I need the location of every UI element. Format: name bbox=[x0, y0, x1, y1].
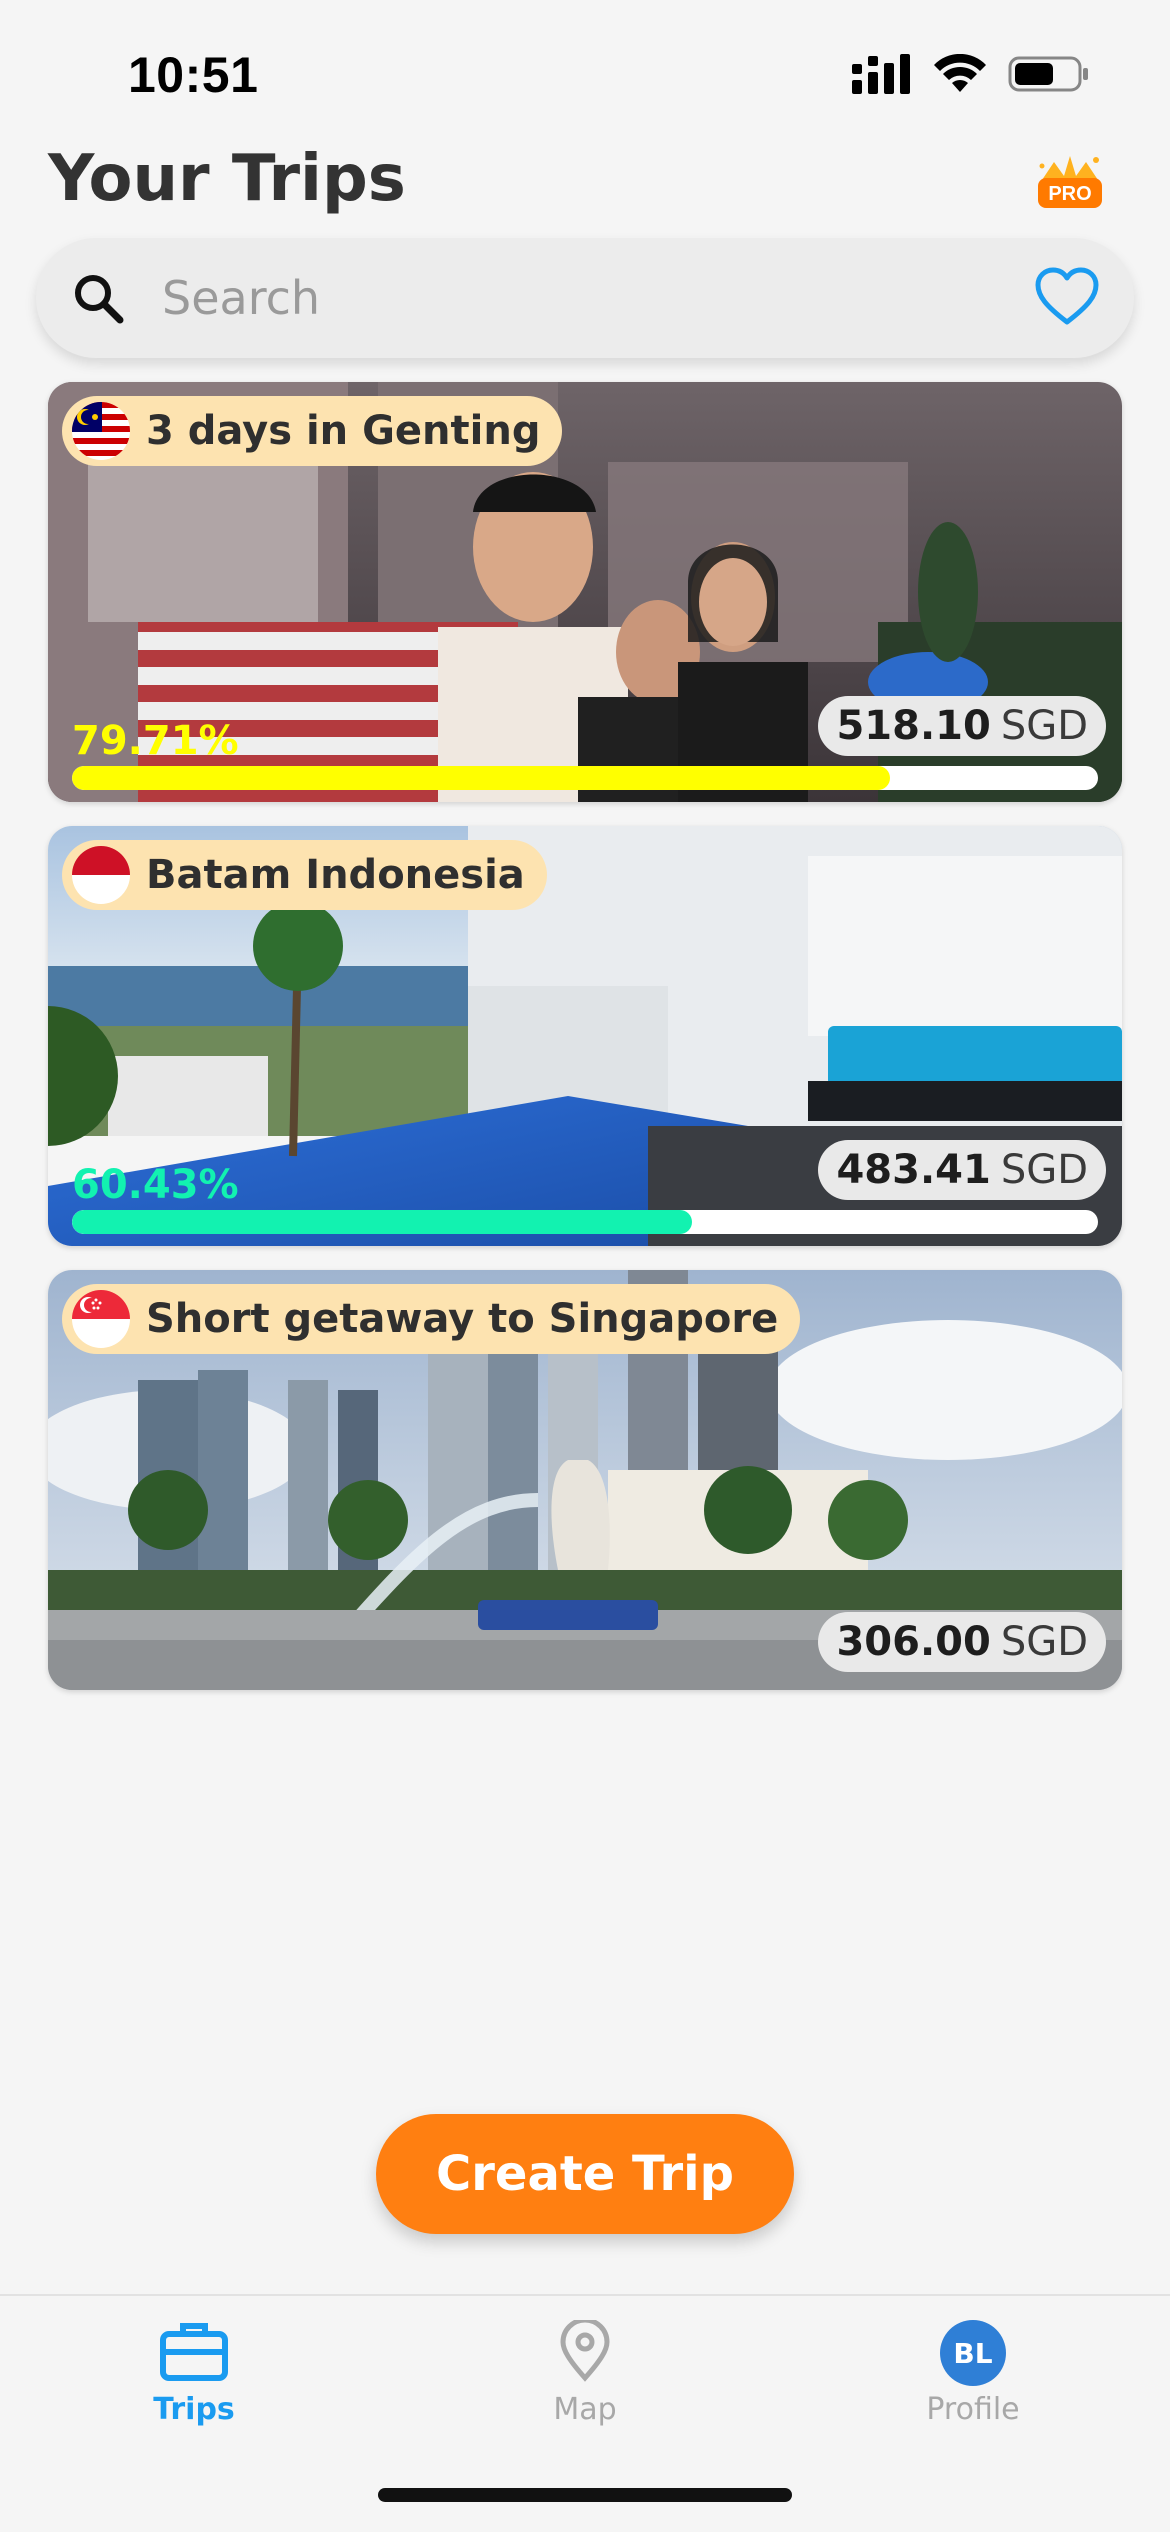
tab-map[interactable]: Map bbox=[485, 2317, 685, 2427]
tab-label: Trips bbox=[153, 2392, 235, 2427]
budget-percent: 79.71% bbox=[72, 718, 239, 764]
cellular-signal-icon bbox=[852, 54, 910, 94]
trip-amount: 483.41 bbox=[836, 1147, 991, 1193]
budget-progress-bar bbox=[72, 766, 1098, 790]
tab-label: Map bbox=[553, 2392, 617, 2427]
trip-amount: 518.10 bbox=[836, 703, 991, 749]
trip-card[interactable]: Short getaway to Singapore 306.00 SGD bbox=[48, 1270, 1122, 1690]
trip-currency: SGD bbox=[1000, 1147, 1088, 1193]
trip-currency: SGD bbox=[1000, 1619, 1088, 1665]
trip-amount: 306.00 bbox=[836, 1619, 991, 1665]
trip-title: Short getaway to Singapore bbox=[146, 1296, 779, 1342]
search-bar bbox=[36, 238, 1134, 358]
briefcase-icon bbox=[160, 2323, 228, 2381]
budget-progress-fill bbox=[72, 766, 890, 790]
status-time: 10:51 bbox=[128, 47, 259, 103]
trip-title-chip: 3 days in Genting bbox=[62, 396, 563, 466]
budget-progress-bar bbox=[72, 1210, 1098, 1234]
battery-icon bbox=[1008, 56, 1088, 92]
home-indicator bbox=[378, 2488, 792, 2502]
status-bar: 10:51 bbox=[0, 0, 1170, 150]
budget-progress-fill bbox=[72, 1210, 692, 1234]
trip-amount-chip: 483.41 SGD bbox=[818, 1140, 1106, 1200]
trip-title-chip: Short getaway to Singapore bbox=[62, 1284, 801, 1354]
search-icon bbox=[75, 275, 124, 324]
map-pin-icon bbox=[560, 2317, 610, 2382]
tab-trips[interactable]: Trips bbox=[94, 2320, 294, 2427]
tab-label: Profile bbox=[926, 2392, 1020, 2427]
create-trip-button[interactable]: Create Trip bbox=[376, 2114, 794, 2234]
search-input[interactable] bbox=[162, 262, 1022, 334]
page-title: Your Trips bbox=[48, 142, 406, 216]
trip-card[interactable]: Batam Indonesia 483.41 SGD 60.43% bbox=[48, 826, 1122, 1246]
tab-profile[interactable]: BL Profile bbox=[873, 2320, 1073, 2427]
pro-crown-icon: PRO bbox=[1038, 156, 1102, 208]
trip-card[interactable]: 3 days in Genting 518.10 SGD 79.71% bbox=[48, 382, 1122, 802]
trip-title: 3 days in Genting bbox=[146, 408, 541, 454]
indonesia-flag-icon bbox=[72, 846, 130, 904]
trip-amount-chip: 518.10 SGD bbox=[818, 696, 1106, 756]
singapore-flag-icon bbox=[72, 1290, 130, 1348]
trip-title-chip: Batam Indonesia bbox=[62, 840, 547, 910]
budget-percent: 60.43% bbox=[72, 1162, 239, 1208]
avatar: BL bbox=[940, 2320, 1006, 2386]
wifi-icon bbox=[934, 54, 986, 92]
svg-text:PRO: PRO bbox=[1048, 183, 1091, 205]
trip-amount-chip: 306.00 SGD bbox=[818, 1612, 1106, 1672]
trip-title: Batam Indonesia bbox=[146, 852, 525, 898]
trip-currency: SGD bbox=[1000, 703, 1088, 749]
pro-badge[interactable]: PRO bbox=[1034, 150, 1106, 222]
status-icons bbox=[852, 54, 1090, 94]
favorites-heart-icon[interactable] bbox=[1034, 266, 1100, 328]
malaysia-flag-icon bbox=[72, 402, 130, 460]
